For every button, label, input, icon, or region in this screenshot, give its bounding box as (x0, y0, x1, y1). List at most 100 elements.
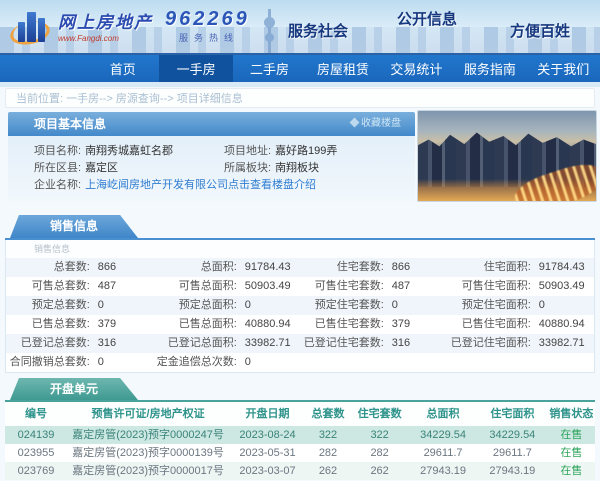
sales-field-label: 总套数: (53, 261, 90, 273)
sales-field-value: 866 (391, 261, 411, 273)
nav-item-service-guide[interactable]: 服务指南 (453, 55, 526, 82)
district-label: 所在区县: (34, 162, 82, 174)
top-banner: 网上房地产 www.Fangdi.com 962269 服务热线 服务社会 公开… (0, 0, 600, 55)
project-address-label: 项目地址: (224, 145, 272, 157)
unit-total-units: 322 (318, 429, 338, 441)
sales-field-label: 住宅套数: (336, 261, 384, 273)
sales-row: 可售总套数: 487 可售总面积: 50903.49 可售住宅套数: 487 可售住宅… (6, 277, 594, 296)
sales-field-value: 866 (97, 261, 117, 273)
slogan-serve-society: 服务社会 (288, 23, 349, 40)
slogan-open-info: 公开信息 (397, 11, 458, 28)
favorite-link[interactable]: 收藏楼盘 (349, 112, 401, 136)
table-row[interactable]: 024139 嘉定房管(2023)预字0000247号 2023-08-24 3… (5, 426, 595, 444)
sales-field-label: 已售总套数: (31, 318, 90, 330)
nav-item-statistics[interactable]: 交易统计 (380, 55, 453, 82)
project-photo (417, 110, 597, 202)
unit-license: 嘉定房管(2023)预字0000017号 (72, 465, 224, 477)
sales-field-label: 预定总面积: (178, 299, 237, 311)
sales-field-value: 316 (97, 337, 117, 349)
banner-slogans: 服务社会 公开信息 方便百姓 (282, 0, 592, 53)
block-value: 南翔板块 (275, 162, 320, 174)
sales-field-label: 已登记住宅套数: (303, 337, 384, 349)
hotline-number: 962269 (165, 8, 250, 30)
sales-field-value: 0 (244, 299, 251, 311)
sales-field-value: 50903.49 (244, 280, 291, 292)
status-badge: 在售 (560, 429, 583, 441)
nav-item-new-house[interactable]: 一手房 (159, 55, 233, 82)
sales-field-label: 住宅面积: (483, 261, 531, 273)
nav-item-rental[interactable]: 房屋租赁 (306, 55, 379, 82)
nav-item-home[interactable]: 首页 (86, 55, 159, 82)
unit-residential-units: 322 (370, 429, 389, 441)
unit-residential-area: 27943.19 (489, 465, 536, 477)
nav-item-about-us[interactable]: 关于我们 (527, 55, 600, 82)
col-header-residential-units: 住宅套数 (357, 408, 402, 420)
sales-field-label: 总面积: (200, 261, 237, 273)
district-value: 嘉定区 (85, 162, 119, 174)
status-badge: 在售 (560, 447, 583, 459)
sales-field-value: 0 (244, 356, 251, 368)
col-header-license: 预售许可证/房地产权证 (91, 408, 205, 420)
table-row[interactable]: 023769 嘉定房管(2023)预字0000017号 2023-03-07 2… (5, 462, 595, 480)
block-label: 所属板块: (224, 162, 272, 174)
sales-row: 预定总套数: 0 预定总面积: 0 预定住宅套数: 0 预定住宅面积: 0 (6, 296, 594, 315)
breadcrumb: 当前位置: 一手房--> 房源查询--> 项目详细信息 (5, 88, 595, 108)
unit-residential-units: 282 (370, 447, 389, 459)
fangdi-logo-icon (8, 8, 52, 48)
nav-underline-strip (0, 82, 600, 87)
unit-id: 023769 (17, 465, 55, 477)
sales-field-label: 预定总套数: (31, 299, 90, 311)
unit-license: 嘉定房管(2023)预字0000247号 (72, 429, 224, 441)
sales-field-value: 91784.43 (538, 261, 585, 273)
sales-field-value: 0 (97, 299, 104, 311)
nav-item-second-hand[interactable]: 二手房 (233, 55, 306, 82)
col-header-total-units: 总套数 (311, 408, 345, 420)
col-header-residential-area: 住宅面积 (490, 408, 535, 420)
unit-total-area: 29611.7 (423, 447, 463, 459)
unit-total-area: 27943.19 (420, 465, 466, 477)
main-nav: 首页 一手房 二手房 房屋租赁 交易统计 服务指南 关于我们 (0, 55, 600, 82)
company-label: 企业名称: (34, 179, 82, 191)
sales-field-label: 已登记住宅面积: (450, 337, 531, 349)
hotline: 962269 服务热线 (165, 8, 250, 44)
unit-open-date: 2023-03-07 (239, 465, 296, 477)
slogan-convenience: 方便百姓 (510, 23, 571, 40)
unit-residential-area: 29611.7 (492, 447, 532, 459)
table-row[interactable]: 023955 嘉定房管(2023)预字0000139号 2023-05-31 2… (5, 444, 595, 462)
sales-field-label: 已登记总面积: (167, 337, 237, 349)
col-header-total-area: 总面积 (426, 408, 460, 420)
project-basic-info-section: 项目基本信息 收藏楼盘 项目名称: 南翔秀城嘉虹名郡 项目地址: 嘉好路199弄 (0, 110, 600, 202)
status-badge: 在售 (560, 465, 583, 477)
units-header-row: 编号 预售许可证/房地产权证 开盘日期 总套数 住宅套数 总面积 住宅面积 销售… (5, 402, 595, 426)
units-table: 编号 预售许可证/房地产权证 开盘日期 总套数 住宅套数 总面积 住宅面积 销售… (5, 402, 595, 480)
project-section-title: 项目基本信息 (34, 117, 107, 131)
tab-sales-info[interactable]: 销售信息 (10, 215, 138, 238)
unit-id: 023955 (17, 447, 55, 459)
project-fields: 项目名称: 南翔秀城嘉虹名郡 项目地址: 嘉好路199弄 所在区县: 嘉定区 所… (8, 136, 415, 202)
sales-watermark: 销售信息 (34, 244, 71, 254)
company-link[interactable]: 上海屹闻房地产开发有限公司 (85, 177, 228, 194)
sales-field-label: 已售总面积: (178, 318, 237, 330)
sales-field-value: 379 (391, 318, 411, 330)
sales-field-label: 可售总面积: (178, 280, 237, 292)
unit-residential-area: 34229.54 (489, 429, 536, 441)
site-logo[interactable]: 网上房地产 www.Fangdi.com 962269 服务热线 (8, 8, 250, 48)
site-title: 网上房地产 (58, 13, 153, 32)
sales-row: 已登记总套数: 316 已登记总面积: 33982.71 已登记住宅套数: 316 已… (6, 334, 594, 353)
tab-opening-units[interactable]: 开盘单元 (10, 378, 138, 400)
sales-field-value: 33982.71 (538, 337, 585, 349)
sales-field-label: 预定住宅面积: (461, 299, 531, 311)
project-name-value: 南翔秀城嘉虹名郡 (85, 145, 174, 157)
sales-field-value: 379 (97, 318, 117, 330)
page: 网上房地产 www.Fangdi.com 962269 服务热线 服务社会 公开… (0, 0, 600, 481)
col-header-sales-status: 销售状态 (549, 408, 594, 420)
col-header-open-date: 开盘日期 (245, 408, 290, 420)
sales-field-value: 0 (391, 299, 398, 311)
sales-field-value: 316 (391, 337, 411, 349)
view-intro-link[interactable]: 点击查看楼盘介绍 (228, 177, 316, 194)
site-url: www.Fangdi.com (58, 34, 119, 43)
sales-panel: 销售信息 总套数: 866 总面积: 91784.43 住宅套数: 866 住宅面积:… (5, 240, 595, 373)
sales-field-value: 487 (391, 280, 411, 292)
unit-open-date: 2023-08-24 (239, 429, 296, 441)
project-section-header: 项目基本信息 收藏楼盘 (8, 112, 415, 136)
